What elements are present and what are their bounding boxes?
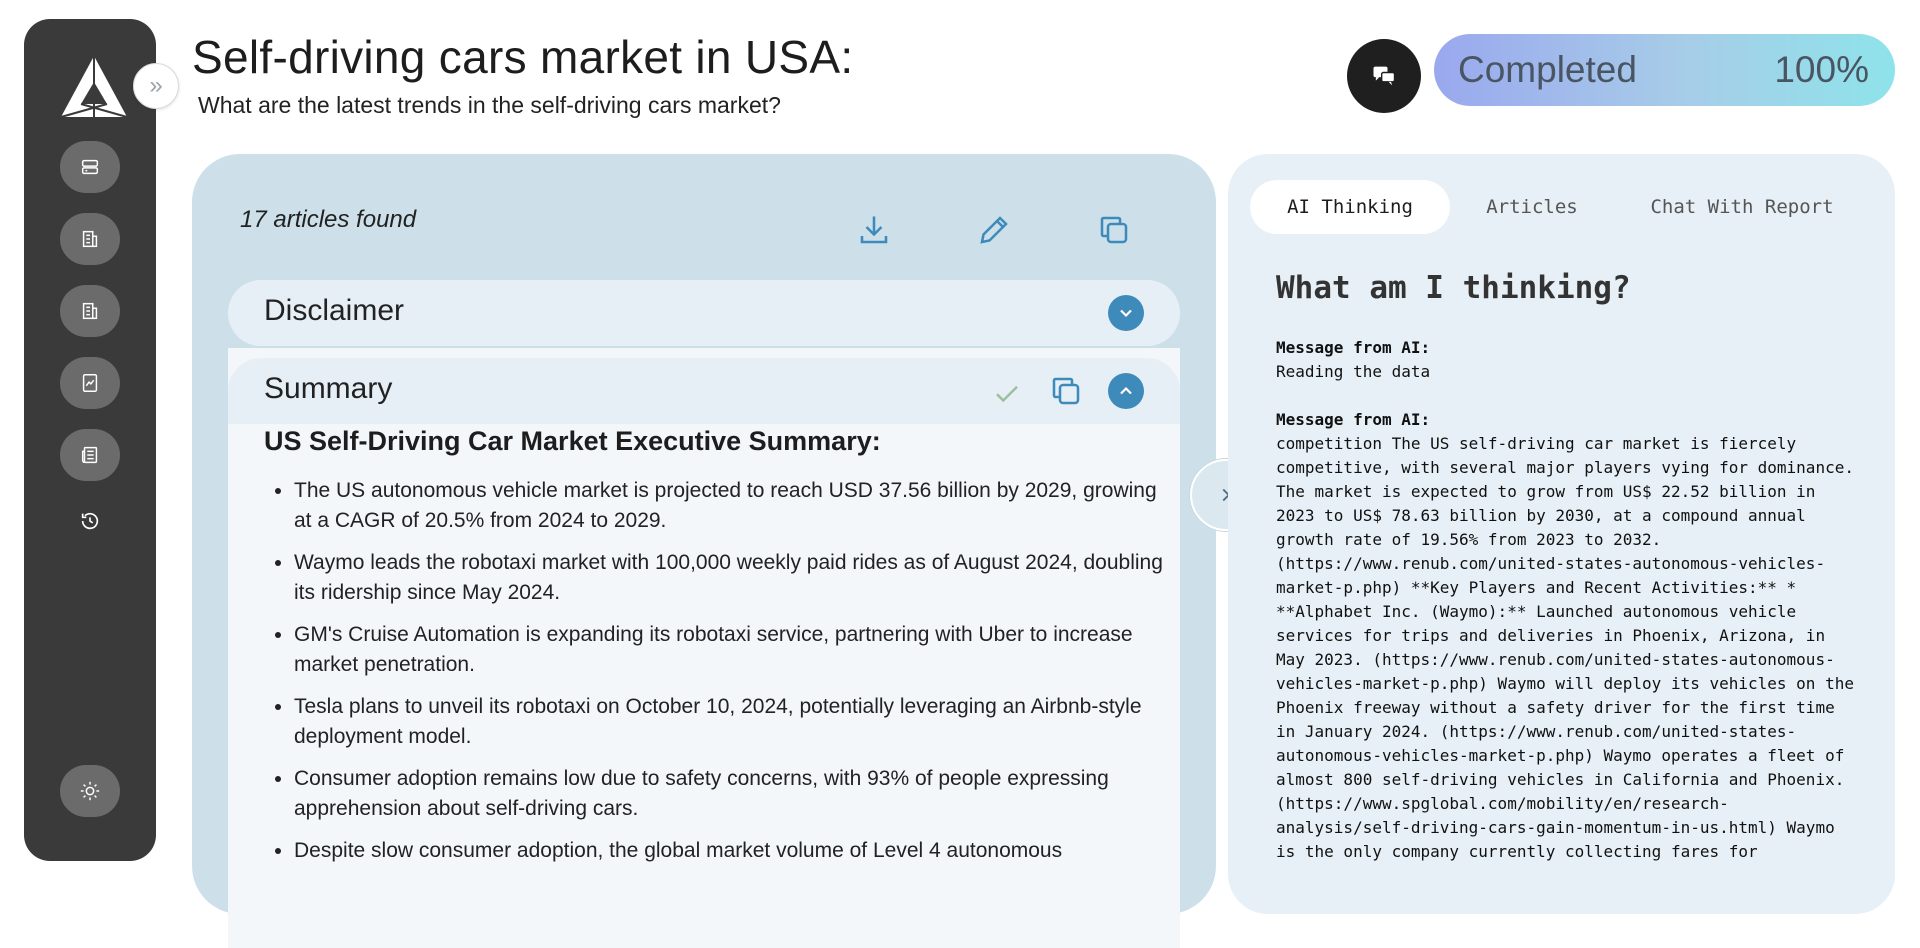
status-percent: 100% xyxy=(1774,49,1869,90)
sidebar-item-industries[interactable] xyxy=(60,285,120,337)
collapse-summary-button[interactable] xyxy=(1108,373,1144,409)
list-item: The US autonomous vehicle market is proj… xyxy=(294,476,1174,536)
newspaper-icon xyxy=(81,446,98,464)
list-item: Consumer adoption remains low due to saf… xyxy=(294,764,1174,824)
side-panel: AI Thinking Articles Chat With Report Wh… xyxy=(1228,154,1895,914)
history-icon xyxy=(81,512,99,530)
page-title: Self-driving cars market in USA: xyxy=(192,31,854,83)
list-item: GM's Cruise Automation is expanding its … xyxy=(294,620,1174,680)
side-panel-tabs: AI Thinking Articles Chat With Report xyxy=(1250,180,1870,234)
building-icon xyxy=(82,230,98,248)
summary-accordion[interactable]: Summary xyxy=(228,358,1180,424)
status-progress: Completed 100% xyxy=(1434,34,1895,106)
summary-content: US Self-Driving Car Market Executive Sum… xyxy=(228,348,1180,948)
summary-bullets: The US autonomous vehicle market is proj… xyxy=(264,476,1174,878)
chat-button[interactable] xyxy=(1347,39,1421,113)
edit-icon[interactable] xyxy=(976,212,1012,248)
message-label: Message from AI: xyxy=(1276,338,1431,357)
summary-heading: US Self-Driving Car Market Executive Sum… xyxy=(264,426,881,456)
sidebar xyxy=(24,19,156,861)
double-chevron-right-icon: » xyxy=(149,72,163,99)
message-text: Reading the data xyxy=(1276,362,1431,381)
sidebar-item-companies[interactable] xyxy=(60,213,120,265)
thinking-log: Message from AI: Reading the data Messag… xyxy=(1276,336,1856,888)
sidebar-item-news[interactable] xyxy=(60,429,120,481)
theme-toggle-button[interactable] xyxy=(60,765,120,817)
chart-document-icon xyxy=(82,374,98,392)
sidebar-item-storage[interactable] xyxy=(60,141,120,193)
chevron-up-icon xyxy=(1120,386,1132,395)
list-item: Despite slow consumer adoption, the glob… xyxy=(294,836,1174,866)
expand-sidebar-button[interactable]: » xyxy=(133,63,179,109)
status-label: Completed xyxy=(1458,49,1637,90)
chat-bubbles-icon xyxy=(1373,66,1396,86)
tab-ai-thinking[interactable]: AI Thinking xyxy=(1250,180,1450,234)
expand-disclaimer-button[interactable] xyxy=(1108,295,1144,331)
disclaimer-label: Disclaimer xyxy=(264,294,405,327)
check-icon xyxy=(996,385,1018,403)
message-text: competition The US self-driving car mark… xyxy=(1276,434,1864,861)
chevron-down-icon xyxy=(1120,309,1132,318)
sidebar-item-history[interactable] xyxy=(60,501,120,541)
copy-icon[interactable] xyxy=(1096,212,1132,248)
download-icon[interactable] xyxy=(856,212,892,248)
list-item: Tesla plans to unveil its robotaxi on Oc… xyxy=(294,692,1174,752)
copy-summary-icon[interactable] xyxy=(1048,373,1084,409)
message-label: Message from AI: xyxy=(1276,410,1431,429)
list-item: Waymo leads the robotaxi market with 100… xyxy=(294,548,1174,608)
sun-icon xyxy=(80,781,100,801)
sidebar-item-reports[interactable] xyxy=(60,357,120,409)
logo xyxy=(59,54,129,119)
page-subtitle: What are the latest trends in the self-d… xyxy=(198,92,781,118)
storage-icon xyxy=(81,159,99,175)
summary-label: Summary xyxy=(264,372,393,405)
thinking-title: What am I thinking? xyxy=(1276,270,1631,306)
building-icon xyxy=(82,302,98,320)
tab-chat-with-report[interactable]: Chat With Report xyxy=(1614,180,1870,234)
disclaimer-accordion[interactable]: Disclaimer xyxy=(228,280,1180,346)
articles-count: 17 articles found xyxy=(240,206,417,233)
report-panel: 17 articles found Disclaimer US Self-Dri… xyxy=(192,154,1216,948)
tab-articles[interactable]: Articles xyxy=(1450,180,1614,234)
